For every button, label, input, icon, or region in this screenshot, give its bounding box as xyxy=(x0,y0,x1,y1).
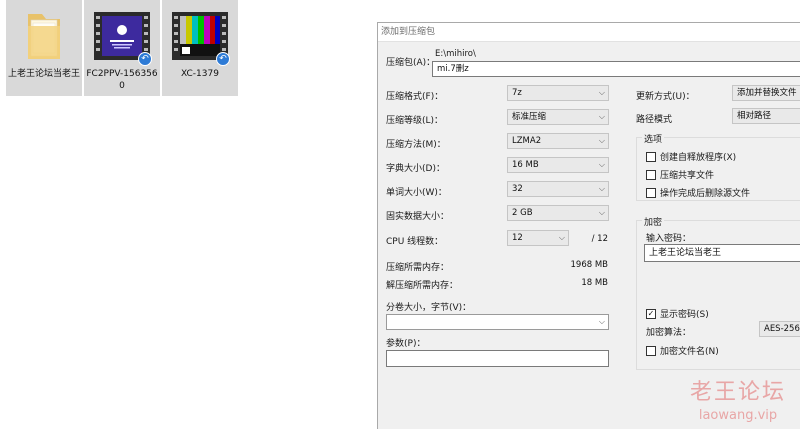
format-select[interactable]: 7z ⌵ xyxy=(507,85,609,101)
checkbox-box xyxy=(646,187,656,198)
file-name: 上老王论坛当老王 xyxy=(8,69,81,79)
dict-label: 字典大小(D)： xyxy=(386,164,445,174)
solid-value: 2 GB xyxy=(512,208,533,218)
shared-label: 压缩共享文件 xyxy=(660,171,715,181)
shortcut-arrow-icon: ↶ xyxy=(138,52,152,66)
archive-path: E:\mihiro\ xyxy=(435,49,476,59)
mem-decompress-label: 解压缩所需内存： xyxy=(386,281,459,291)
chevron-down-icon: ⌵ xyxy=(598,184,605,193)
watermark: 老王论坛 laowang.vip xyxy=(690,374,786,423)
archive-name-input[interactable]: mi.7删z xyxy=(432,61,800,77)
chevron-down-icon: ⌵ xyxy=(598,160,605,169)
split-select[interactable]: ⌵ xyxy=(386,314,609,330)
path-mode-label: 路径模式 xyxy=(636,115,673,125)
password-label: 输入密码： xyxy=(646,234,692,244)
word-value: 32 xyxy=(512,184,523,194)
watermark-line1: 老王论坛 xyxy=(690,380,787,405)
split-label: 分卷大小，字节(V)： xyxy=(386,303,472,313)
mem-compress-label: 压缩所需内存： xyxy=(386,263,450,273)
update-mode-select[interactable]: 添加并替换文件 xyxy=(732,85,800,101)
shortcut-arrow-icon: ↶ xyxy=(216,52,230,66)
chevron-down-icon: ⌵ xyxy=(558,233,565,242)
level-select[interactable]: 标准压缩 ⌵ xyxy=(507,109,609,125)
encrypt-names-checkbox[interactable]: 加密文件名(N) xyxy=(646,344,719,357)
file-name: XC-1379 xyxy=(181,69,219,79)
shared-checkbox[interactable]: 压缩共享文件 xyxy=(646,168,714,181)
show-password-checkbox[interactable]: ✓ 显示密码(S) xyxy=(646,307,709,320)
checkbox-box xyxy=(646,345,656,356)
path-mode-value: 相对路径 xyxy=(737,111,772,121)
dict-value: 16 MB xyxy=(512,160,539,170)
encryption-method-value: AES-256 xyxy=(764,324,800,334)
method-select[interactable]: LZMA2 ⌵ xyxy=(507,133,609,149)
chevron-down-icon: ⌵ xyxy=(598,136,605,145)
watermark-line2: laowang.vip xyxy=(698,408,778,423)
show-password-label: 显示密码(S) xyxy=(660,310,709,320)
chevron-down-icon: ⌵ xyxy=(598,208,605,217)
cpu-value: 12 xyxy=(512,233,523,243)
file-folder[interactable]: 上老王论坛当老王 xyxy=(6,0,82,96)
solid-label: 固实数据大小： xyxy=(386,212,450,222)
password-input[interactable]: 上老王论坛当老王 xyxy=(644,244,800,262)
word-select[interactable]: 32 ⌵ xyxy=(507,181,609,197)
format-value: 7z xyxy=(512,88,522,98)
chevron-down-icon: ⌵ xyxy=(598,317,605,326)
path-mode-select[interactable]: 相对路径 xyxy=(732,108,800,124)
add-to-archive-dialog: 添加到压缩包 压缩包(A)： E:\mihiro\ mi.7删z 压缩格式(F)… xyxy=(377,22,800,429)
word-label: 单词大小(W)： xyxy=(386,188,447,198)
level-label: 压缩等级(L)： xyxy=(386,116,444,126)
file-video-2[interactable]: ↶ XC-1379 xyxy=(162,0,238,96)
params-input[interactable] xyxy=(386,350,609,367)
file-video-1[interactable]: ↶ FC2PPV-1563560 xyxy=(84,0,160,96)
checkbox-box xyxy=(646,151,656,162)
encryption-title: 加密 xyxy=(642,215,665,228)
format-label: 压缩格式(F)： xyxy=(386,92,444,102)
update-mode-value: 添加并替换文件 xyxy=(737,88,797,98)
cpu-select[interactable]: 12 ⌵ xyxy=(507,230,569,246)
checkbox-box xyxy=(646,169,656,180)
level-value: 标准压缩 xyxy=(512,112,547,122)
options-title: 选项 xyxy=(642,132,665,145)
encryption-method-label: 加密算法： xyxy=(646,328,692,338)
file-name: FC2PPV-1563560 xyxy=(86,69,158,91)
delete-after-checkbox[interactable]: 操作完成后删除源文件 xyxy=(646,186,750,199)
dict-select[interactable]: 16 MB ⌵ xyxy=(507,157,609,173)
mem-compress-value: 1968 MB xyxy=(570,260,609,270)
sfx-label: 创建自释放程序(X) xyxy=(660,153,737,163)
chevron-down-icon: ⌵ xyxy=(598,88,605,97)
chevron-down-icon: ⌵ xyxy=(598,112,605,121)
sfx-checkbox[interactable]: 创建自释放程序(X) xyxy=(646,150,736,163)
cpu-max: / 12 xyxy=(591,234,608,244)
params-label: 参数(P)： xyxy=(386,339,426,349)
folder-icon xyxy=(28,14,60,59)
mem-decompress-value: 18 MB xyxy=(581,278,608,288)
delete-after-label: 操作完成后删除源文件 xyxy=(660,189,751,199)
encryption-method-select[interactable]: AES-256 xyxy=(759,321,800,337)
cpu-label: CPU 线程数： xyxy=(386,237,444,247)
solid-select[interactable]: 2 GB ⌵ xyxy=(507,205,609,221)
dialog-title: 添加到压缩包 xyxy=(378,23,800,42)
encrypt-names-label: 加密文件名(N) xyxy=(660,347,719,357)
method-label: 压缩方法(M)： xyxy=(386,140,446,150)
update-mode-label: 更新方式(U)： xyxy=(636,92,695,102)
method-value: LZMA2 xyxy=(512,136,542,146)
checkbox-box: ✓ xyxy=(646,308,656,319)
archive-label: 压缩包(A)： xyxy=(386,58,436,68)
